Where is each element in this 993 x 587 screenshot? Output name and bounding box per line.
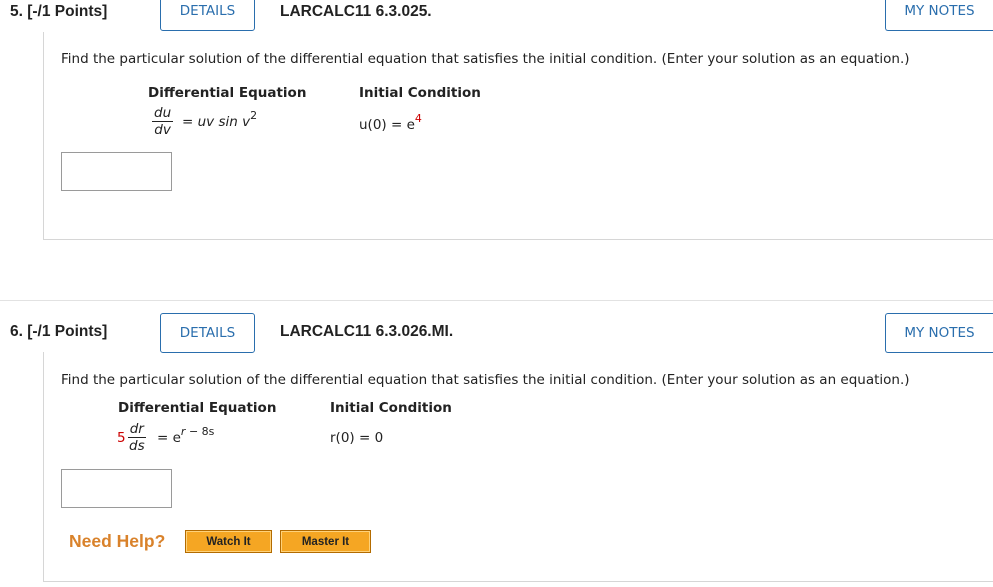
derivative-fraction: du dv xyxy=(152,105,174,138)
exponent-rest: − 8s xyxy=(185,425,215,438)
master-it-label: Master It xyxy=(301,535,350,548)
initial-condition-text: r(0) = 0 xyxy=(330,430,384,446)
differential-equation-header: Differential Equation xyxy=(148,85,307,101)
equation-rhs: = uv sin v2 xyxy=(182,109,257,130)
fraction-denominator: ds xyxy=(129,438,145,454)
details-button[interactable]: DETAILS xyxy=(160,313,255,353)
initial-condition-exponent: 4 xyxy=(414,112,422,125)
equation-rhs-exponent: 2 xyxy=(250,109,258,122)
question-code: LARCALC11 6.3.025. xyxy=(280,3,432,20)
initial-condition-header: Initial Condition xyxy=(359,85,481,101)
watch-it-label: Watch It xyxy=(206,535,251,548)
initial-condition-header: Initial Condition xyxy=(330,400,452,416)
need-help-label: Need Help? xyxy=(69,531,166,551)
question-6-header: 6. [-/1 Points] DETAILS LARCALC11 6.3.02… xyxy=(0,300,993,360)
answer-input[interactable] xyxy=(61,469,172,508)
question-number: 5. [-/1 Points] xyxy=(10,3,108,20)
derivative-fraction: dr ds xyxy=(127,422,147,454)
details-button[interactable]: DETAILS xyxy=(160,0,255,31)
question-code: LARCALC11 6.3.026.MI. xyxy=(280,323,454,340)
master-it-button[interactable]: Master It xyxy=(280,530,371,553)
equation-coefficient: 5 xyxy=(117,430,126,446)
answer-input[interactable] xyxy=(61,152,172,191)
my-notes-button[interactable]: MY NOTES xyxy=(885,0,993,31)
fraction-denominator: dv xyxy=(154,122,171,138)
initial-condition-text: u(0) = e xyxy=(359,117,415,133)
question-prompt: Find the particular solution of the diff… xyxy=(61,51,910,67)
initial-condition: u(0) = e4 xyxy=(359,112,422,133)
equation-rhs: = er − 8s xyxy=(157,425,214,446)
equation-rhs-text: = uv sin v xyxy=(182,114,251,130)
fraction-numerator: dr xyxy=(127,421,146,438)
watch-it-button[interactable]: Watch It xyxy=(185,530,272,553)
question-prompt: Find the particular solution of the diff… xyxy=(61,372,910,388)
equation-rhs-exponent: r − 8s xyxy=(181,425,214,438)
fraction-numerator: du xyxy=(152,105,174,122)
equation-rhs-text: = e xyxy=(157,430,181,446)
question-number: 6. [-/1 Points] xyxy=(10,323,108,340)
my-notes-button[interactable]: MY NOTES xyxy=(885,313,993,353)
differential-equation-header: Differential Equation xyxy=(118,400,277,416)
initial-condition: r(0) = 0 xyxy=(330,430,383,446)
